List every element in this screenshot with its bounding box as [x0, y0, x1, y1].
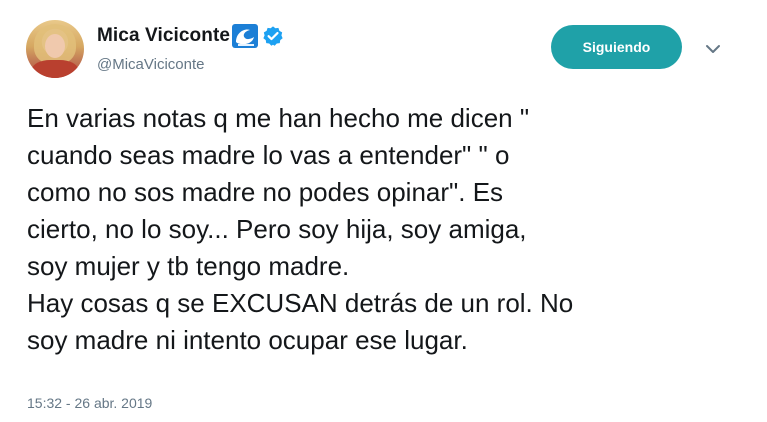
avatar-dress: [32, 60, 78, 78]
avatar-face: [45, 34, 65, 58]
tweet-timestamp[interactable]: 15:32 - 26 abr. 2019: [27, 395, 152, 411]
display-name[interactable]: Mica Viciconte: [97, 25, 230, 47]
tweet-text-line: soy madre ni intento ocupar ese lugar.: [27, 325, 468, 355]
avatar[interactable]: [26, 20, 84, 78]
tweet-text-line: Hay cosas q se EXCUSAN detrás de un rol.…: [27, 288, 574, 318]
tweet-card: Mica Viciconte @MicaViciconte Siguiendo …: [0, 0, 767, 422]
tweet-text-line: En varias notas q me han hecho me dicen …: [27, 103, 530, 133]
water-wave-icon: [232, 24, 259, 48]
following-button[interactable]: Siguiendo: [551, 25, 682, 69]
chevron-down-icon[interactable]: [702, 38, 724, 60]
verified-badge-icon: [262, 25, 284, 47]
tweet-text-line: soy mujer y tb tengo madre.: [27, 251, 350, 281]
name-row: Mica Viciconte: [97, 22, 284, 50]
tweet-text-line: cuando seas madre lo vas a entender" " o: [27, 140, 510, 170]
tweet-text: En varias notas q me han hecho me dicen …: [27, 100, 747, 359]
user-handle[interactable]: @MicaViciconte: [97, 56, 205, 73]
tweet-text-line: como no sos madre no podes opinar". Es: [27, 177, 504, 207]
tweet-text-line: cierto, no lo soy... Pero soy hija, soy …: [27, 214, 527, 244]
